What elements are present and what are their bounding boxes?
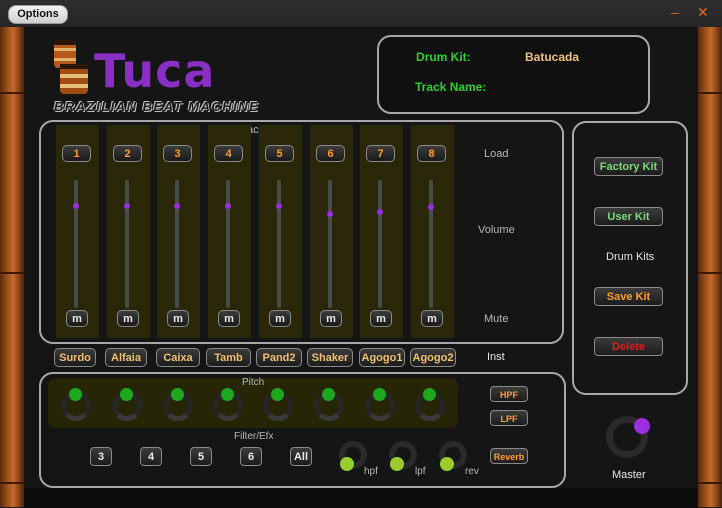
pitch-knob-indicator-8 [423,388,436,401]
lpf-knob-indicator [390,457,404,471]
pitch-label: Pitch [242,377,265,388]
minimize-icon[interactable]: – [671,4,679,20]
rev-knob-indicator [440,457,454,471]
hpf-label: hpf [364,466,378,477]
volume-slider-4[interactable] [226,180,230,308]
mute-label: Mute [484,313,509,325]
inst-button-6[interactable]: Shaker [307,348,353,367]
mute-button-4[interactable]: m [218,310,240,327]
pitch-knob-indicator-7 [373,388,386,401]
save-kit-button[interactable]: Save Kit [594,287,663,306]
volume-label: Volume [478,224,515,236]
filter-button-3[interactable]: 3 [90,447,112,466]
track-load-button-5[interactable]: 5 [265,145,294,162]
inst-label: Inst [487,351,505,363]
inst-button-2[interactable]: Alfaia [105,348,147,367]
filter-button-4[interactable]: 4 [140,447,162,466]
volume-slider-handle-2[interactable] [124,203,130,209]
volume-slider-7[interactable] [378,180,382,308]
drum-kits-label: Drum Kits [606,251,655,263]
track-load-button-8[interactable]: 8 [417,145,446,162]
bottom-strip [24,488,698,508]
volume-slider-handle-6[interactable] [327,211,333,217]
user-kit-button[interactable]: User Kit [594,207,663,226]
close-icon[interactable]: ✕ [697,4,709,20]
volume-slider-handle-5[interactable] [276,203,282,209]
filter-button-6[interactable]: 6 [240,447,262,466]
right-wood-panel [698,27,722,507]
mute-button-1[interactable]: m [66,310,88,327]
track-load-button-7[interactable]: 7 [366,145,395,162]
factory-kit-button[interactable]: Factory Kit [594,157,663,176]
volume-slider-handle-8[interactable] [428,204,434,210]
lpf-button[interactable]: LPF [490,410,528,426]
options-button[interactable]: Options [8,5,68,24]
volume-slider-6[interactable] [328,180,332,308]
pitch-knob-indicator-2 [120,388,133,401]
hpf-button[interactable]: HPF [490,386,528,402]
inst-button-5[interactable]: Pand2 [256,348,302,367]
pitch-knob-indicator-1 [69,388,82,401]
inst-button-1[interactable]: Surdo [54,348,96,367]
volume-slider-8[interactable] [429,180,433,308]
filter-button-all[interactable]: All [290,447,312,466]
track-load-button-1[interactable]: 1 [62,145,91,162]
filter-efx-label: Filter/Efx [234,431,274,442]
volume-slider-2[interactable] [125,180,129,308]
rev-label: rev [465,466,479,477]
track-load-button-6[interactable]: 6 [316,145,345,162]
inst-button-3[interactable]: Caixa [156,348,200,367]
reverb-button[interactable]: Reverb [490,448,528,464]
lpf-label: lpf [415,466,426,477]
mute-button-6[interactable]: m [320,310,342,327]
master-knob-indicator [634,418,650,434]
hpf-knob-indicator [340,457,354,471]
volume-slider-handle-7[interactable] [377,209,383,215]
volume-slider-handle-4[interactable] [225,203,231,209]
drum-kit-value: Batucada [525,50,580,64]
drums-icon [54,40,88,94]
inst-button-4[interactable]: Tamb [206,348,251,367]
track-load-button-2[interactable]: 2 [113,145,142,162]
mute-button-8[interactable]: m [421,310,443,327]
delete-button[interactable]: Delete [594,337,663,356]
volume-slider-5[interactable] [277,180,281,308]
mute-button-5[interactable]: m [269,310,291,327]
app-logo-text: Tuca [94,44,216,98]
logo: Tuca BRAZILIAN BEAT MACHINE [48,38,358,118]
track-load-button-3[interactable]: 3 [163,145,192,162]
volume-slider-handle-3[interactable] [174,203,180,209]
filter-button-5[interactable]: 5 [190,447,212,466]
track-name-label: Track Name: [415,80,487,94]
inst-button-7[interactable]: Agogo1 [359,348,405,367]
pitch-knob-indicator-6 [322,388,335,401]
inst-button-8[interactable]: Agogo2 [410,348,456,367]
pitch-knob-indicator-5 [271,388,284,401]
load-label: Load [484,148,509,160]
drum-kit-label: Drum Kit: [416,50,471,64]
kit-info-box: Drum Kit: Batucada Track Name: [377,35,650,114]
volume-slider-3[interactable] [175,180,179,308]
pitch-knob-indicator-3 [171,388,184,401]
volume-slider-handle-1[interactable] [73,203,79,209]
left-wood-panel [0,27,24,507]
master-label: Master [612,469,646,481]
title-bar: Options – ✕ [0,0,722,27]
mute-button-3[interactable]: m [167,310,189,327]
mute-button-7[interactable]: m [370,310,392,327]
volume-slider-1[interactable] [74,180,78,308]
pitch-knob-indicator-4 [221,388,234,401]
track-load-button-4[interactable]: 4 [214,145,243,162]
app-subtitle: BRAZILIAN BEAT MACHINE [54,99,260,114]
mute-button-2[interactable]: m [117,310,139,327]
